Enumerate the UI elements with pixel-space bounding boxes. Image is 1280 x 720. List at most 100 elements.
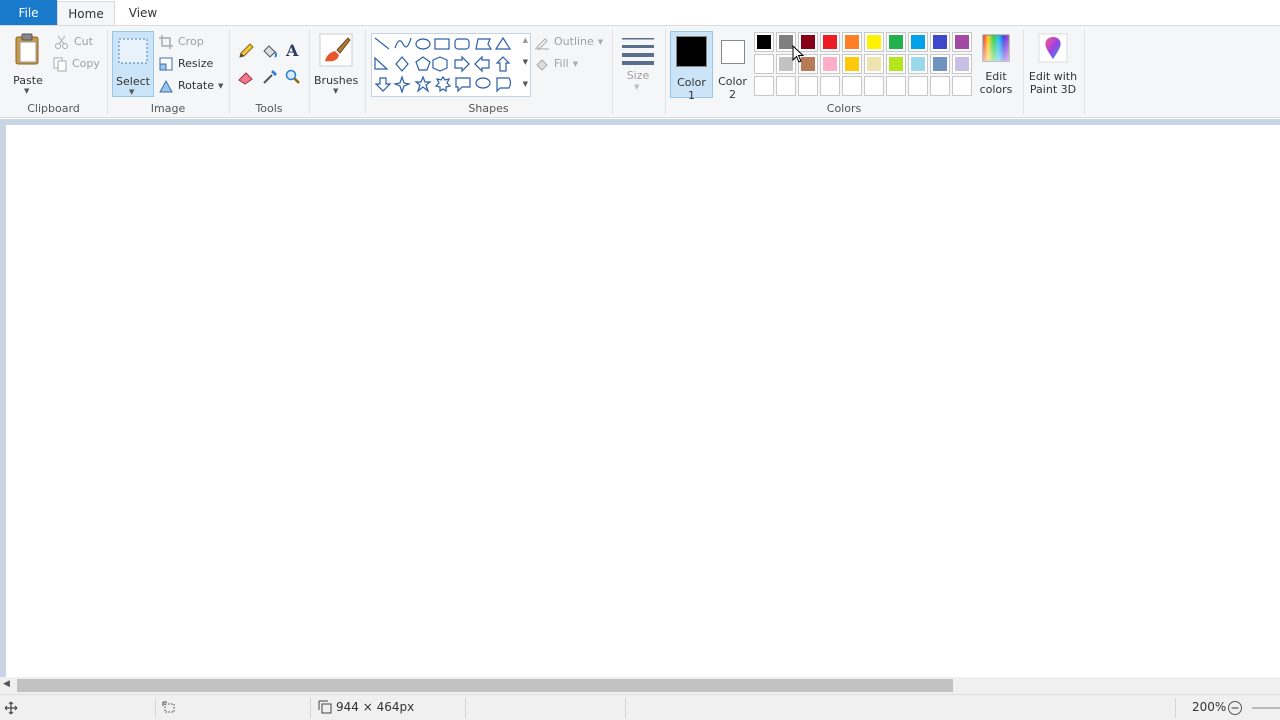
tab-home[interactable]: Home xyxy=(57,1,115,26)
cut-label: Cut xyxy=(74,35,93,48)
selection-size-icon xyxy=(162,701,175,713)
scroll-left-icon[interactable]: ◀ xyxy=(3,679,10,689)
brushes-dropdown-icon[interactable]: ▼ xyxy=(333,87,338,95)
shapes-group-label: Shapes xyxy=(468,102,509,115)
color-spectrum-icon xyxy=(982,34,1010,62)
palette-swatch[interactable] xyxy=(820,54,840,74)
brush-icon xyxy=(319,33,353,67)
status-divider xyxy=(310,698,311,718)
palette-swatch[interactable] xyxy=(930,32,950,52)
outline-button[interactable]: Outline ▼ xyxy=(534,32,603,52)
custom-color-slot[interactable] xyxy=(908,76,928,96)
color1-label-line2: 1 xyxy=(688,89,695,102)
status-divider xyxy=(1175,698,1176,718)
custom-color-slot[interactable] xyxy=(776,76,796,96)
edit-colors-button[interactable]: Edit colors xyxy=(976,30,1016,96)
swatch-color xyxy=(911,35,925,49)
edit-with-paint3d-button[interactable]: Edit with Paint 3D xyxy=(1027,30,1079,96)
rotate-dropdown-icon[interactable]: ▼ xyxy=(218,76,223,96)
shapes-gallery-icons[interactable] xyxy=(372,34,522,96)
select-dropdown-icon[interactable]: ▼ xyxy=(129,88,134,96)
edit-colors-label-line1: Edit xyxy=(985,70,1007,83)
copy-label: Copy xyxy=(72,57,100,70)
swatch-color xyxy=(889,35,903,49)
custom-color-slot[interactable] xyxy=(930,76,950,96)
shapes-expand-icon[interactable]: ▼ xyxy=(523,80,528,88)
palette-swatch[interactable] xyxy=(820,32,840,52)
palette-swatch[interactable] xyxy=(842,32,862,52)
swatch-color xyxy=(757,57,771,71)
custom-color-slot[interactable] xyxy=(754,76,774,96)
palette-swatch[interactable] xyxy=(952,32,972,52)
paint3d-label-line1: Edit with xyxy=(1028,70,1078,83)
text-icon[interactable]: A xyxy=(284,41,302,59)
color-picker-icon[interactable] xyxy=(261,68,279,86)
crop-icon xyxy=(159,35,173,49)
size-button[interactable]: Size ▼ xyxy=(618,32,658,96)
swatch-color xyxy=(823,35,837,49)
cut-button[interactable]: Cut xyxy=(54,32,93,52)
group-divider xyxy=(1084,30,1085,114)
palette-swatch[interactable] xyxy=(886,32,906,52)
crop-button[interactable]: Crop xyxy=(158,32,204,52)
swatch-color xyxy=(845,57,859,71)
palette-swatch[interactable] xyxy=(754,54,774,74)
edit-colors-label-line2: colors xyxy=(979,83,1013,96)
scrollbar-thumb[interactable] xyxy=(17,679,953,692)
palette-swatch[interactable] xyxy=(864,32,884,52)
rotate-label: Rotate xyxy=(178,79,215,92)
fill-button[interactable]: Fill ▼ xyxy=(534,54,578,74)
palette-swatch[interactable] xyxy=(908,32,928,52)
palette-swatch[interactable] xyxy=(952,54,972,74)
shapes-scroll-down-icon[interactable]: ▼ xyxy=(523,58,528,66)
rotate-button[interactable]: Rotate ▼ xyxy=(158,76,223,96)
ribbon: Paste ▼ Cut Copy Clipboard Select ▼ Crop… xyxy=(0,25,1280,118)
palette-swatch[interactable] xyxy=(842,54,862,74)
horizontal-scrollbar[interactable]: ◀ xyxy=(0,677,1280,694)
tab-file[interactable]: File xyxy=(0,0,57,26)
image-group-label: Image xyxy=(150,102,186,115)
fill-bucket-icon[interactable] xyxy=(260,42,278,60)
fill-label: Fill xyxy=(554,57,569,70)
magnifier-icon[interactable] xyxy=(284,68,302,86)
copy-button[interactable]: Copy xyxy=(52,54,100,74)
status-divider xyxy=(465,698,466,718)
outline-icon xyxy=(535,38,549,50)
custom-color-slot[interactable] xyxy=(798,76,818,96)
zoom-out-icon[interactable] xyxy=(1227,700,1243,716)
custom-color-slot[interactable] xyxy=(842,76,862,96)
shapes-gallery: ▲ ▼ ▼ xyxy=(371,33,531,97)
tab-view[interactable]: View xyxy=(117,1,169,26)
palette-swatch[interactable] xyxy=(930,54,950,74)
eraser-icon[interactable] xyxy=(237,68,255,86)
color1-button[interactable]: Color 1 xyxy=(670,31,713,102)
palette-swatch[interactable] xyxy=(864,54,884,74)
palette-swatch[interactable] xyxy=(908,54,928,74)
palette-swatch[interactable] xyxy=(886,54,906,74)
resize-icon xyxy=(159,57,173,71)
palette-swatch[interactable] xyxy=(754,32,774,52)
size-dropdown-icon[interactable]: ▼ xyxy=(634,83,639,91)
zoom-slider[interactable] xyxy=(1252,707,1280,709)
pencil-icon[interactable] xyxy=(237,42,255,60)
custom-color-slot[interactable] xyxy=(952,76,972,96)
crop-label: Crop xyxy=(178,35,204,48)
swatch-color xyxy=(889,57,903,71)
custom-color-slot[interactable] xyxy=(820,76,840,96)
fill-icon xyxy=(536,59,548,71)
paste-dropdown-icon[interactable]: ▼ xyxy=(24,87,29,95)
swatch-color xyxy=(933,57,947,71)
fill-dropdown-icon[interactable]: ▼ xyxy=(573,54,578,74)
custom-color-slot[interactable] xyxy=(886,76,906,96)
color2-button[interactable]: Color 2 xyxy=(714,31,751,101)
custom-color-slot[interactable] xyxy=(864,76,884,96)
drawing-canvas[interactable] xyxy=(6,125,1280,677)
canvas-size-text: 944 × 464px xyxy=(336,700,415,714)
resize-button[interactable]: Resize xyxy=(158,54,213,74)
brushes-button[interactable]: Brushes ▼ xyxy=(314,30,358,96)
shapes-scroll-up-icon[interactable]: ▲ xyxy=(523,36,528,44)
outline-dropdown-icon[interactable]: ▼ xyxy=(598,32,603,52)
mouse-cursor-icon xyxy=(792,45,804,63)
select-button[interactable]: Select ▼ xyxy=(112,31,154,97)
paste-button[interactable]: Paste ▼ xyxy=(8,30,48,96)
